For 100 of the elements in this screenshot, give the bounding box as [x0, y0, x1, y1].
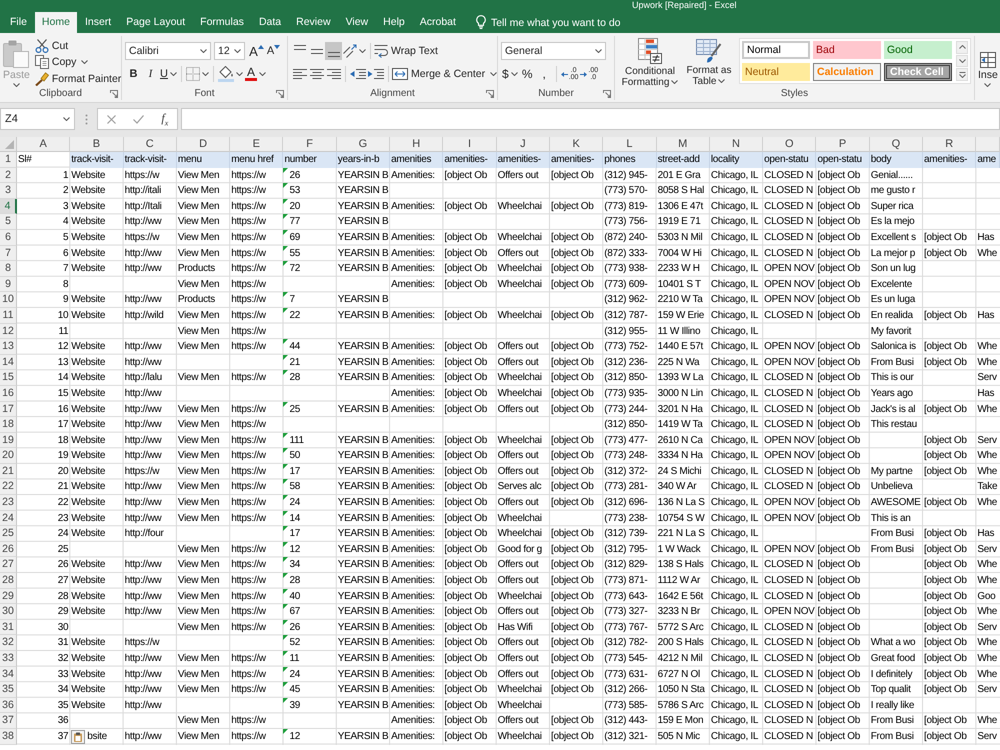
- formula-input[interactable]: [181, 108, 1000, 130]
- column-header[interactable]: P: [816, 137, 870, 152]
- merge-center-button[interactable]: Merge & Center: [392, 66, 498, 82]
- menu-tab[interactable]: Insert: [78, 12, 118, 33]
- row-header[interactable]: 15: [0, 370, 17, 386]
- menu-tab[interactable]: View: [338, 12, 376, 33]
- column-header[interactable]: L: [603, 137, 657, 152]
- cell-style-option[interactable]: Normal: [742, 41, 810, 59]
- percent-button[interactable]: %: [518, 65, 536, 83]
- column-header[interactable]: G: [336, 137, 390, 152]
- row-header[interactable]: 5: [0, 214, 17, 230]
- row-header[interactable]: 26: [0, 542, 17, 558]
- number-format-box[interactable]: General: [501, 42, 606, 60]
- comma-button[interactable]: ,: [536, 65, 553, 83]
- column-header[interactable]: I: [443, 137, 497, 152]
- row-header[interactable]: 1: [0, 152, 17, 168]
- menu-tab[interactable]: Help: [376, 12, 412, 33]
- row-header[interactable]: 7: [0, 246, 17, 262]
- name-box[interactable]: Z4: [0, 108, 75, 130]
- row-header[interactable]: 11: [0, 308, 17, 324]
- format-as-table-button[interactable]: Format as Table: [682, 38, 736, 87]
- column-header[interactable]: J: [496, 137, 550, 152]
- column-header[interactable]: R: [923, 137, 976, 152]
- corner-arrow-icon[interactable]: [603, 90, 611, 98]
- row-header[interactable]: 36: [0, 698, 17, 714]
- row-header[interactable]: 28: [0, 573, 17, 589]
- cut-button[interactable]: Cut: [34, 38, 122, 54]
- row-header[interactable]: 20: [0, 448, 17, 464]
- column-header[interactable]: A: [17, 137, 70, 152]
- insert-function-button[interactable]: f$_{x}$: [161, 110, 168, 128]
- gallery-more-button[interactable]: [956, 68, 968, 82]
- column-header[interactable]: C: [124, 137, 177, 152]
- conditional-formatting-button[interactable]: Conditional Formatting: [620, 38, 680, 87]
- wrap-text-button[interactable]: Wrap Text: [374, 42, 438, 60]
- italic-button[interactable]: I: [142, 65, 159, 83]
- row-header[interactable]: 33: [0, 651, 17, 667]
- gallery-up-button[interactable]: [956, 41, 968, 54]
- row-header[interactable]: 18: [0, 417, 17, 433]
- column-header[interactable]: F: [283, 137, 337, 152]
- row-header[interactable]: 21: [0, 464, 17, 480]
- row-header[interactable]: 24: [0, 510, 17, 526]
- row-header[interactable]: 38: [0, 728, 17, 745]
- format-painter-button[interactable]: Format Painter: [34, 70, 122, 87]
- column-header[interactable]: E: [230, 137, 284, 152]
- cell-style-option[interactable]: Good: [884, 41, 952, 59]
- font-size-box[interactable]: 12: [214, 42, 245, 60]
- font-color-button[interactable]: A: [244, 65, 267, 83]
- row-header[interactable]: 35: [0, 682, 17, 698]
- bottom-align-button[interactable]: [325, 42, 342, 60]
- tell-me-field[interactable]: Tell me what you want to do: [490, 12, 681, 33]
- menu-tab[interactable]: Data: [252, 12, 288, 33]
- menu-tab[interactable]: Home: [34, 12, 77, 33]
- corner-arrow-icon[interactable]: [486, 90, 494, 98]
- row-header[interactable]: 10: [0, 292, 17, 308]
- check-icon[interactable]: [133, 114, 144, 124]
- cell-style-option[interactable]: Bad: [813, 41, 881, 59]
- close-icon[interactable]: [106, 114, 116, 124]
- row-header[interactable]: 3: [0, 183, 17, 199]
- row-header[interactable]: 6: [0, 230, 17, 246]
- menu-tab[interactable]: File: [3, 12, 34, 33]
- orientation-button[interactable]: [342, 42, 367, 60]
- row-header[interactable]: 31: [0, 620, 17, 636]
- gallery-down-button[interactable]: [956, 54, 968, 68]
- copy-button[interactable]: Copy: [34, 54, 122, 71]
- column-header[interactable]: Q: [870, 137, 924, 152]
- row-header[interactable]: 4: [0, 198, 17, 214]
- row-header[interactable]: 17: [0, 402, 17, 418]
- cell-style-option[interactable]: Neutral: [742, 63, 810, 81]
- row-header[interactable]: 25: [0, 526, 17, 542]
- menu-tab[interactable]: Page Layout: [119, 12, 192, 33]
- bold-button[interactable]: B: [125, 65, 142, 83]
- column-header[interactable]: D: [176, 137, 230, 152]
- vertical-dots-icon[interactable]: [84, 114, 88, 124]
- row-header[interactable]: 27: [0, 557, 17, 574]
- shrink-font-button[interactable]: A: [265, 42, 282, 60]
- row-header[interactable]: 12: [0, 324, 17, 340]
- currency-button[interactable]: $: [501, 65, 519, 83]
- row-header[interactable]: 29: [0, 588, 17, 604]
- borders-button[interactable]: [184, 65, 210, 83]
- row-header[interactable]: 2: [0, 168, 17, 184]
- row-header[interactable]: 30: [0, 604, 17, 620]
- menu-tab[interactable]: Review: [289, 12, 338, 33]
- row-header[interactable]: 19: [0, 432, 17, 448]
- corner-arrow-icon[interactable]: [110, 90, 118, 98]
- underline-button[interactable]: U: [159, 65, 178, 83]
- row-header[interactable]: 8: [0, 261, 17, 277]
- row-header[interactable]: 32: [0, 635, 17, 651]
- row-header[interactable]: 37: [0, 713, 17, 729]
- insert-button[interactable]: Inse: [978, 38, 998, 100]
- row-header[interactable]: 34: [0, 666, 17, 682]
- row-header[interactable]: 22: [0, 479, 17, 496]
- font-name-box[interactable]: Calibri: [125, 42, 211, 60]
- column-header[interactable]: N: [710, 137, 764, 152]
- column-header[interactable]: O: [763, 137, 816, 152]
- corner-arrow-icon[interactable]: [276, 90, 284, 98]
- grow-font-button[interactable]: A: [248, 42, 265, 60]
- row-header[interactable]: 9: [0, 276, 17, 292]
- row-header[interactable]: 23: [0, 495, 17, 511]
- row-header[interactable]: 14: [0, 354, 17, 370]
- row-header[interactable]: 13: [0, 339, 17, 355]
